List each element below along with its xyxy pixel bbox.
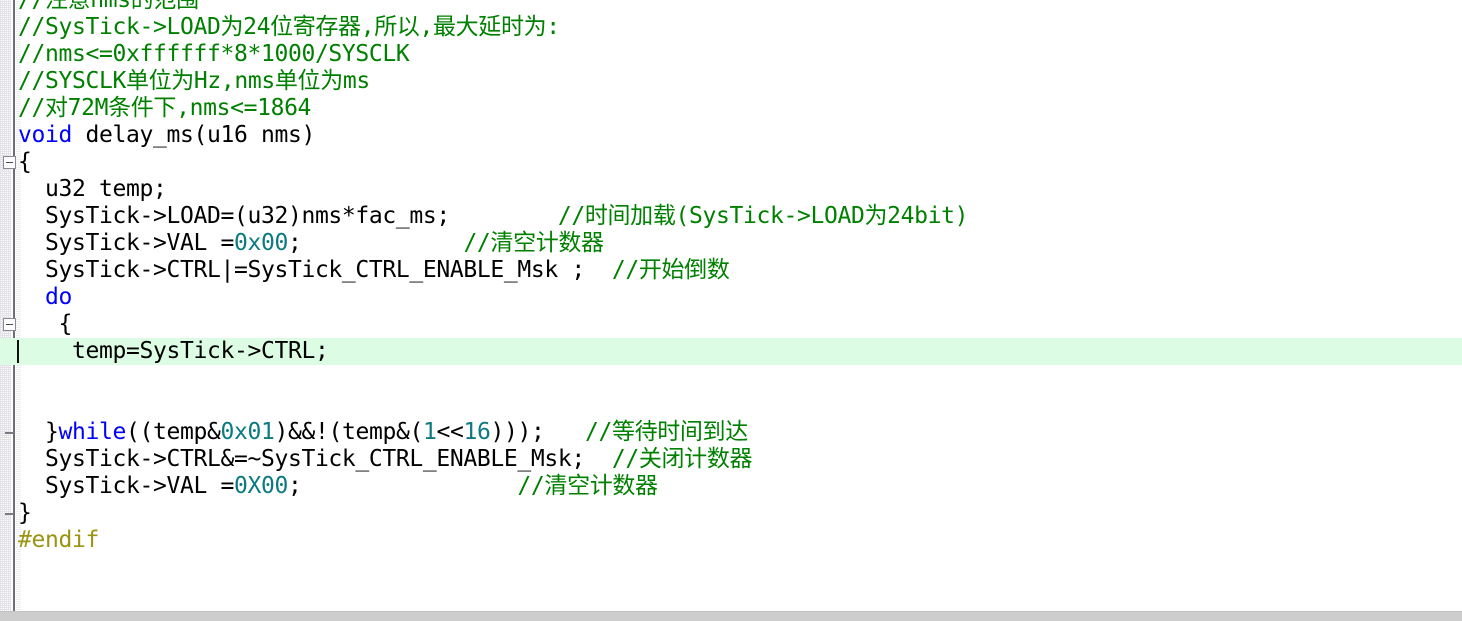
code-line[interactable]: { [0,149,1462,176]
code-line[interactable]: } [0,500,1462,527]
fold-collapse-icon[interactable] [3,156,16,169]
code-line-text: //SysTick->LOAD为24位寄存器,所以,最大延时为: [18,14,560,41]
fold-region-end-icon [5,513,14,515]
code-token-comment: //时间加载(SysTick->LOAD为24bit) [557,203,969,229]
code-token-comment: //注意nms的范围 [18,0,199,13]
code-token-plain: ; [287,230,464,256]
code-line[interactable]: SysTick->VAL =0x00; //清空计数器 [0,230,1462,257]
code-token-plain: SysTick->CTRL&=~SysTick_CTRL_ENABLE_Msk; [18,446,612,472]
code-line[interactable]: //对72M条件下,nms<=1864 [0,95,1462,122]
code-token-comment: //SysTick->LOAD为24位寄存器,所以,最大延时为: [18,14,560,40]
horizontal-scrollbar-thumb[interactable] [0,612,1462,621]
code-token-comment: //关闭计数器 [611,446,753,472]
code-line[interactable]: do [0,284,1462,311]
text-caret [17,340,19,363]
code-line[interactable]: SysTick->CTRL|=SysTick_CTRL_ENABLE_Msk ;… [0,257,1462,284]
code-line[interactable]: #endif [0,527,1462,554]
code-token-plain: temp=SysTick->CTRL; [18,338,329,364]
code-token-plain: ; [287,473,518,499]
code-token-plain: } [18,500,32,526]
code-token-comment: //对72M条件下,nms<=1864 [18,95,312,121]
code-line[interactable]: SysTick->VAL =0X00; //清空计数器 [0,473,1462,500]
code-token-comment: //开始倒数 [611,257,730,283]
code-line-text: }while((temp&0x01)&&!(temp&(1<<16))); //… [18,419,748,446]
code-line-text: { [18,149,32,176]
code-line-text: temp=SysTick->CTRL; [18,338,329,365]
code-line-text: #endif [18,527,99,554]
code-line-text: SysTick->VAL =0X00; //清空计数器 [18,473,658,500]
code-line-text: //注意nms的范围 [18,0,199,14]
code-token-plain: ))); [490,419,585,445]
code-line[interactable]: u32 temp; [0,176,1462,203]
code-line[interactable]: //SysTick->LOAD为24位寄存器,所以,最大延时为: [0,14,1462,41]
code-token-keyword: do [18,284,72,310]
code-token-number: 0X00 [233,473,288,499]
code-token-comment: //清空计数器 [463,230,604,256]
code-token-plain: SysTick->VAL = [18,230,234,256]
code-line-text: SysTick->LOAD=(u32)nms*fac_ms; //时间加载(Sy… [18,203,968,230]
code-line[interactable]: }while((temp&0x01)&&!(temp&(1<<16))); //… [0,419,1462,446]
code-token-number: 1 [422,419,437,445]
code-line-text: //对72M条件下,nms<=1864 [18,95,311,122]
code-line-text: void delay_ms(u16 nms) [18,122,315,149]
code-token-plain: )&&!(temp&( [274,419,423,445]
code-token-comment: //SYSCLK单位为Hz,nms单位为ms [18,68,370,94]
code-line[interactable]: void delay_ms(u16 nms) [0,122,1462,149]
code-token-comment: //等待时间到达 [584,419,748,445]
code-line[interactable]: //SYSCLK单位为Hz,nms单位为ms [0,68,1462,95]
code-line-text: //nms<=0xffffff*8*1000/SYSCLK [18,41,410,68]
code-line-current[interactable]: temp=SysTick->CTRL; [0,338,1462,365]
code-token-number: 0x00 [233,230,288,256]
code-line-text: do [18,284,72,311]
code-line-text: u32 temp; [18,176,167,203]
code-token-plain: SysTick->VAL = [18,473,234,499]
code-line-text: { [18,311,72,338]
code-token-plain: SysTick->LOAD=(u32)nms*fac_ms; [18,203,558,229]
code-line[interactable] [0,392,1462,419]
code-text-area[interactable]: //注意nms的范围//SysTick->LOAD为24位寄存器,所以,最大延时… [0,0,1462,612]
code-token-plain: { [18,149,32,175]
code-token-plain: u32 temp; [18,176,167,202]
code-line[interactable] [0,365,1462,392]
code-line-text: } [18,500,32,527]
code-line[interactable]: SysTick->LOAD=(u32)nms*fac_ms; //时间加载(Sy… [0,203,1462,230]
code-token-plain: << [436,419,464,445]
code-token-plain: SysTick->CTRL|=SysTick_CTRL_ENABLE_Msk ; [18,257,612,283]
horizontal-scrollbar[interactable] [0,611,1462,621]
code-token-preprocessor: #endif [18,527,99,553]
fold-region-end-icon [5,432,14,434]
code-token-keyword: void [18,122,72,148]
code-line[interactable]: //注意nms的范围 [0,0,1462,14]
code-token-keyword: while [58,419,127,445]
fold-collapse-icon[interactable] [3,318,16,331]
code-token-plain: ((temp& [126,419,221,445]
code-token-number: 0x01 [220,419,275,445]
code-token-number: 16 [463,419,491,445]
code-line-text: //SYSCLK单位为Hz,nms单位为ms [18,68,370,95]
code-line[interactable]: //nms<=0xffffff*8*1000/SYSCLK [0,41,1462,68]
code-line[interactable]: { [0,311,1462,338]
code-token-plain: delay_ms(u16 nms) [72,122,315,148]
code-token-comment: //清空计数器 [517,473,658,499]
code-line-text: SysTick->VAL =0x00; //清空计数器 [18,230,604,257]
code-line-text: SysTick->CTRL|=SysTick_CTRL_ENABLE_Msk ;… [18,257,730,284]
code-editor[interactable]: //注意nms的范围//SysTick->LOAD为24位寄存器,所以,最大延时… [0,0,1462,621]
code-token-comment: //nms<=0xffffff*8*1000/SYSCLK [18,41,410,67]
code-line-text: SysTick->CTRL&=~SysTick_CTRL_ENABLE_Msk;… [18,446,753,473]
code-token-plain: } [18,419,59,445]
code-line[interactable]: SysTick->CTRL&=~SysTick_CTRL_ENABLE_Msk;… [0,446,1462,473]
code-token-plain: { [18,311,72,337]
